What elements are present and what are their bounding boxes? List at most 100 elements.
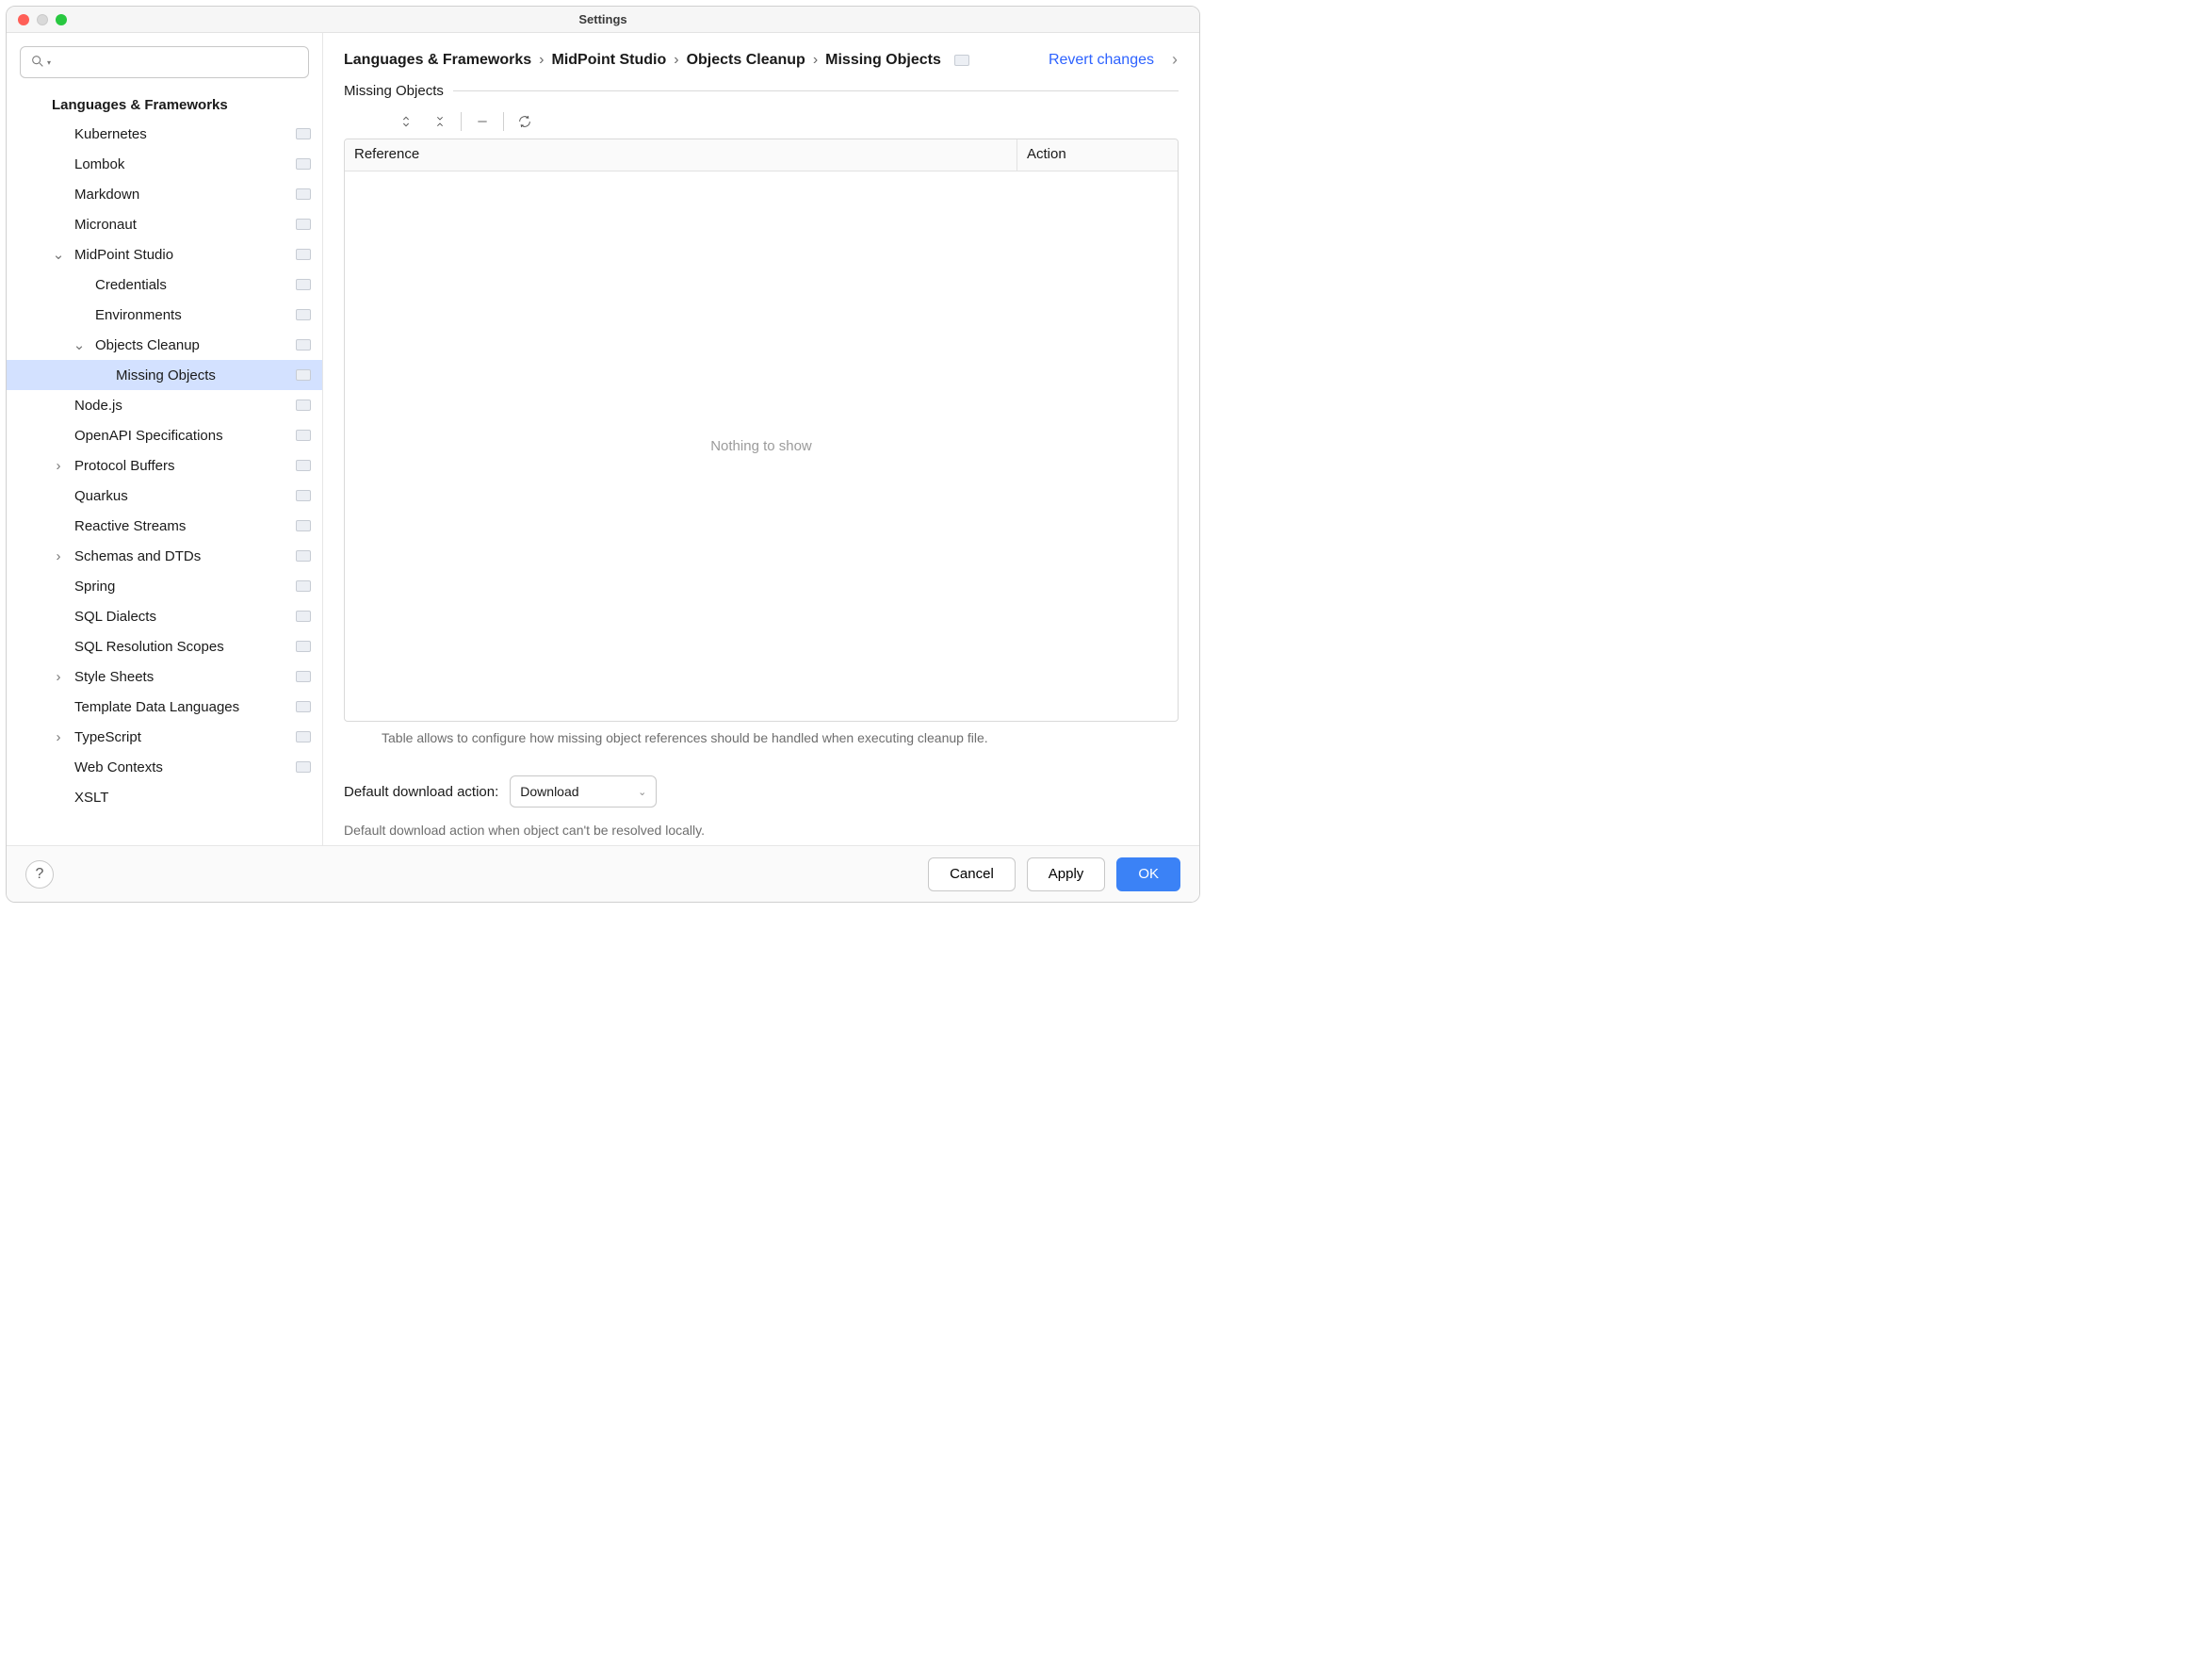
sidebar-category-header: Languages & Frameworks bbox=[7, 91, 322, 119]
toolbar-separator bbox=[503, 112, 504, 131]
scope-indicator-icon bbox=[296, 369, 311, 381]
settings-tree[interactable]: Languages & Frameworks KubernetesLombok M… bbox=[7, 88, 322, 845]
chevron-right-icon[interactable]: › bbox=[54, 732, 63, 742]
column-action[interactable]: Action bbox=[1017, 139, 1178, 171]
breadcrumb-segment[interactable]: MidPoint Studio bbox=[552, 52, 667, 69]
missing-objects-table: Reference Action Nothing to show bbox=[344, 139, 1179, 722]
column-reference[interactable]: Reference bbox=[345, 139, 1017, 171]
forward-nav-icon[interactable]: › bbox=[1162, 50, 1179, 70]
scope-indicator-icon bbox=[296, 339, 311, 351]
table-toolbar bbox=[344, 105, 1179, 139]
sidebar-item-label: Markdown bbox=[74, 187, 296, 203]
expand-all-button[interactable] bbox=[389, 108, 423, 135]
sidebar-item-missing-objects[interactable]: Missing Objects bbox=[7, 360, 322, 390]
default-download-action-label: Default download action: bbox=[344, 784, 498, 800]
sidebar-item-typescript[interactable]: › TypeScript bbox=[7, 722, 322, 752]
sidebar-item-spring[interactable]: Spring bbox=[7, 571, 322, 601]
search-field[interactable]: ▾ bbox=[20, 46, 309, 78]
chevron-right-icon[interactable]: › bbox=[54, 461, 63, 470]
scope-indicator-icon bbox=[296, 671, 311, 682]
sidebar-item-label: Environments bbox=[95, 307, 296, 323]
sidebar-item-style-sheets[interactable]: ›Style Sheets bbox=[7, 661, 322, 692]
table-header: Reference Action bbox=[345, 139, 1178, 171]
sidebar-item-xslt[interactable]: XSLT bbox=[7, 782, 322, 812]
sidebar-item-protocol-buffers[interactable]: › Protocol Buffers bbox=[7, 450, 322, 481]
scope-indicator-icon bbox=[296, 430, 311, 441]
sidebar-item-quarkus[interactable]: Quarkus bbox=[7, 481, 322, 511]
sidebar-item-label: MidPoint Studio bbox=[74, 247, 296, 263]
sidebar-item-sql-resolution-scopes[interactable]: SQL Resolution Scopes bbox=[7, 631, 322, 661]
sidebar-item-label: Spring bbox=[74, 579, 296, 595]
footer-buttons: Cancel Apply OK bbox=[928, 857, 1180, 891]
scope-indicator-icon bbox=[296, 279, 311, 290]
sidebar-item-label: Missing Objects bbox=[116, 367, 296, 383]
scope-indicator-icon bbox=[954, 55, 969, 66]
cancel-button[interactable]: Cancel bbox=[928, 857, 1016, 891]
scope-indicator-icon bbox=[296, 460, 311, 471]
chevron-down-icon[interactable]: ⌄ bbox=[54, 250, 63, 259]
sidebar-item-credentials[interactable]: Credentials bbox=[7, 269, 322, 300]
breadcrumb: Languages & Frameworks › MidPoint Studio › O… bbox=[344, 52, 941, 69]
sidebar-item-label: SQL Dialects bbox=[74, 609, 296, 625]
default-download-action-description: Default download action when object can'… bbox=[344, 813, 1179, 838]
sidebar-item-node-js[interactable]: Node.js bbox=[7, 390, 322, 420]
sidebar-item-lombok[interactable]: Lombok bbox=[7, 149, 322, 179]
sidebar-item-web-contexts[interactable]: Web Contexts bbox=[7, 752, 322, 782]
scope-indicator-icon bbox=[296, 128, 311, 139]
sidebar-item-midpoint-studio[interactable]: ⌄ MidPoint Studio bbox=[7, 239, 322, 269]
sidebar-item-label: Protocol Buffers bbox=[74, 458, 296, 474]
sidebar-item-schemas-and-dtds[interactable]: ›Schemas and DTDs bbox=[7, 541, 322, 571]
scope-indicator-icon bbox=[296, 550, 311, 562]
remove-button[interactable] bbox=[465, 108, 499, 135]
sidebar-item-sql-dialects[interactable]: SQL Dialects bbox=[7, 601, 322, 631]
breadcrumb-row: Languages & Frameworks › MidPoint Studio › O… bbox=[323, 33, 1199, 83]
scope-indicator-icon bbox=[296, 219, 311, 230]
breadcrumb-separator-icon: › bbox=[672, 52, 680, 69]
chevron-right-icon[interactable]: › bbox=[54, 551, 63, 561]
section-title-row: Missing Objects bbox=[344, 83, 1179, 99]
sidebar-item-micronaut[interactable]: Micronaut bbox=[7, 209, 322, 239]
sidebar-item-markdown[interactable]: Markdown bbox=[7, 179, 322, 209]
apply-button[interactable]: Apply bbox=[1027, 857, 1106, 891]
default-download-action-select[interactable]: Download ⌄ bbox=[510, 775, 657, 808]
scope-indicator-icon bbox=[296, 490, 311, 501]
breadcrumb-segment[interactable]: Objects Cleanup bbox=[687, 52, 805, 69]
scope-indicator-icon bbox=[296, 731, 311, 742]
sidebar-item-kubernetes[interactable]: Kubernetes bbox=[7, 119, 322, 149]
refresh-button[interactable] bbox=[508, 108, 542, 135]
sidebar-item-label: Reactive Streams bbox=[74, 518, 296, 534]
toolbar-separator bbox=[461, 112, 462, 131]
sidebar-item-objects-cleanup[interactable]: ⌄ Objects Cleanup bbox=[7, 330, 322, 360]
sidebar-item-label: XSLT bbox=[74, 790, 311, 806]
revert-changes-link[interactable]: Revert changes bbox=[1049, 52, 1154, 69]
settings-window: Settings ▾ Languages & Frameworks Kubern… bbox=[6, 6, 1200, 903]
search-options-caret-icon[interactable]: ▾ bbox=[47, 58, 51, 67]
breadcrumb-separator-icon: › bbox=[537, 52, 545, 69]
sidebar: ▾ Languages & Frameworks KubernetesLombo… bbox=[7, 33, 323, 845]
scope-indicator-icon bbox=[296, 761, 311, 773]
scope-indicator-icon bbox=[296, 400, 311, 411]
footer: ? Cancel Apply OK bbox=[7, 845, 1199, 902]
sidebar-item-label: Node.js bbox=[74, 398, 296, 414]
collapse-all-button[interactable] bbox=[423, 108, 457, 135]
sidebar-item-label: SQL Resolution Scopes bbox=[74, 639, 296, 655]
sidebar-item-environments[interactable]: Environments bbox=[7, 300, 322, 330]
chevron-down-icon: ⌄ bbox=[638, 786, 646, 798]
sidebar-item-openapi-specifications[interactable]: OpenAPI Specifications bbox=[7, 420, 322, 450]
breadcrumb-segment[interactable]: Languages & Frameworks bbox=[344, 52, 531, 69]
help-button[interactable]: ? bbox=[25, 860, 54, 889]
select-value: Download bbox=[520, 784, 578, 799]
sidebar-item-label: Objects Cleanup bbox=[95, 337, 296, 353]
sidebar-item-reactive-streams[interactable]: Reactive Streams bbox=[7, 511, 322, 541]
empty-placeholder: Nothing to show bbox=[710, 438, 812, 454]
sidebar-item-label: TypeScript bbox=[74, 729, 296, 745]
search-input[interactable] bbox=[57, 56, 299, 70]
search-icon bbox=[30, 54, 45, 72]
scope-indicator-icon bbox=[296, 188, 311, 200]
sidebar-item-template-data-languages[interactable]: Template Data Languages bbox=[7, 692, 322, 722]
breadcrumb-segment: Missing Objects bbox=[825, 52, 941, 69]
sidebar-item-label: Quarkus bbox=[74, 488, 296, 504]
chevron-down-icon[interactable]: ⌄ bbox=[74, 340, 84, 350]
ok-button[interactable]: OK bbox=[1116, 857, 1180, 891]
chevron-right-icon[interactable]: › bbox=[54, 672, 63, 681]
